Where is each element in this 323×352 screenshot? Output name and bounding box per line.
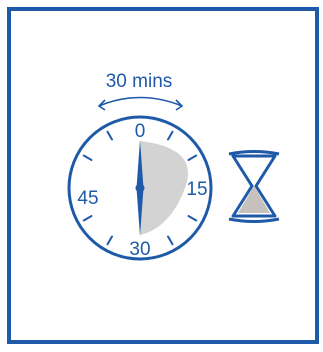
clock-icon: 0 15 30 45 bbox=[67, 115, 213, 261]
elapsed-sector bbox=[140, 141, 188, 235]
hourglass-icon bbox=[228, 150, 280, 223]
clock-label-45: 45 bbox=[77, 188, 98, 209]
clock-label-0: 0 bbox=[135, 121, 146, 142]
illustration-frame: 30 mins 0 15 30 45 bbox=[0, 0, 323, 347]
clock-hub bbox=[135, 183, 145, 193]
clock-tick bbox=[106, 130, 113, 141]
duration-arc bbox=[98, 96, 183, 107]
clock-label-15: 15 bbox=[186, 179, 207, 200]
duration-label: 30 mins bbox=[106, 71, 173, 92]
clock-tick bbox=[106, 235, 113, 246]
clock-tick bbox=[167, 130, 174, 141]
clock-label-30: 30 bbox=[129, 239, 150, 260]
clock-tick bbox=[187, 215, 198, 222]
clock-tick bbox=[187, 154, 198, 161]
hourglass-top bbox=[228, 150, 280, 156]
clock-tick bbox=[82, 215, 93, 222]
clock-tick bbox=[167, 235, 174, 246]
hourglass-bottom bbox=[228, 217, 280, 223]
timer-illustration: 30 mins 0 15 30 45 bbox=[7, 7, 319, 344]
clock-tick bbox=[82, 154, 93, 161]
